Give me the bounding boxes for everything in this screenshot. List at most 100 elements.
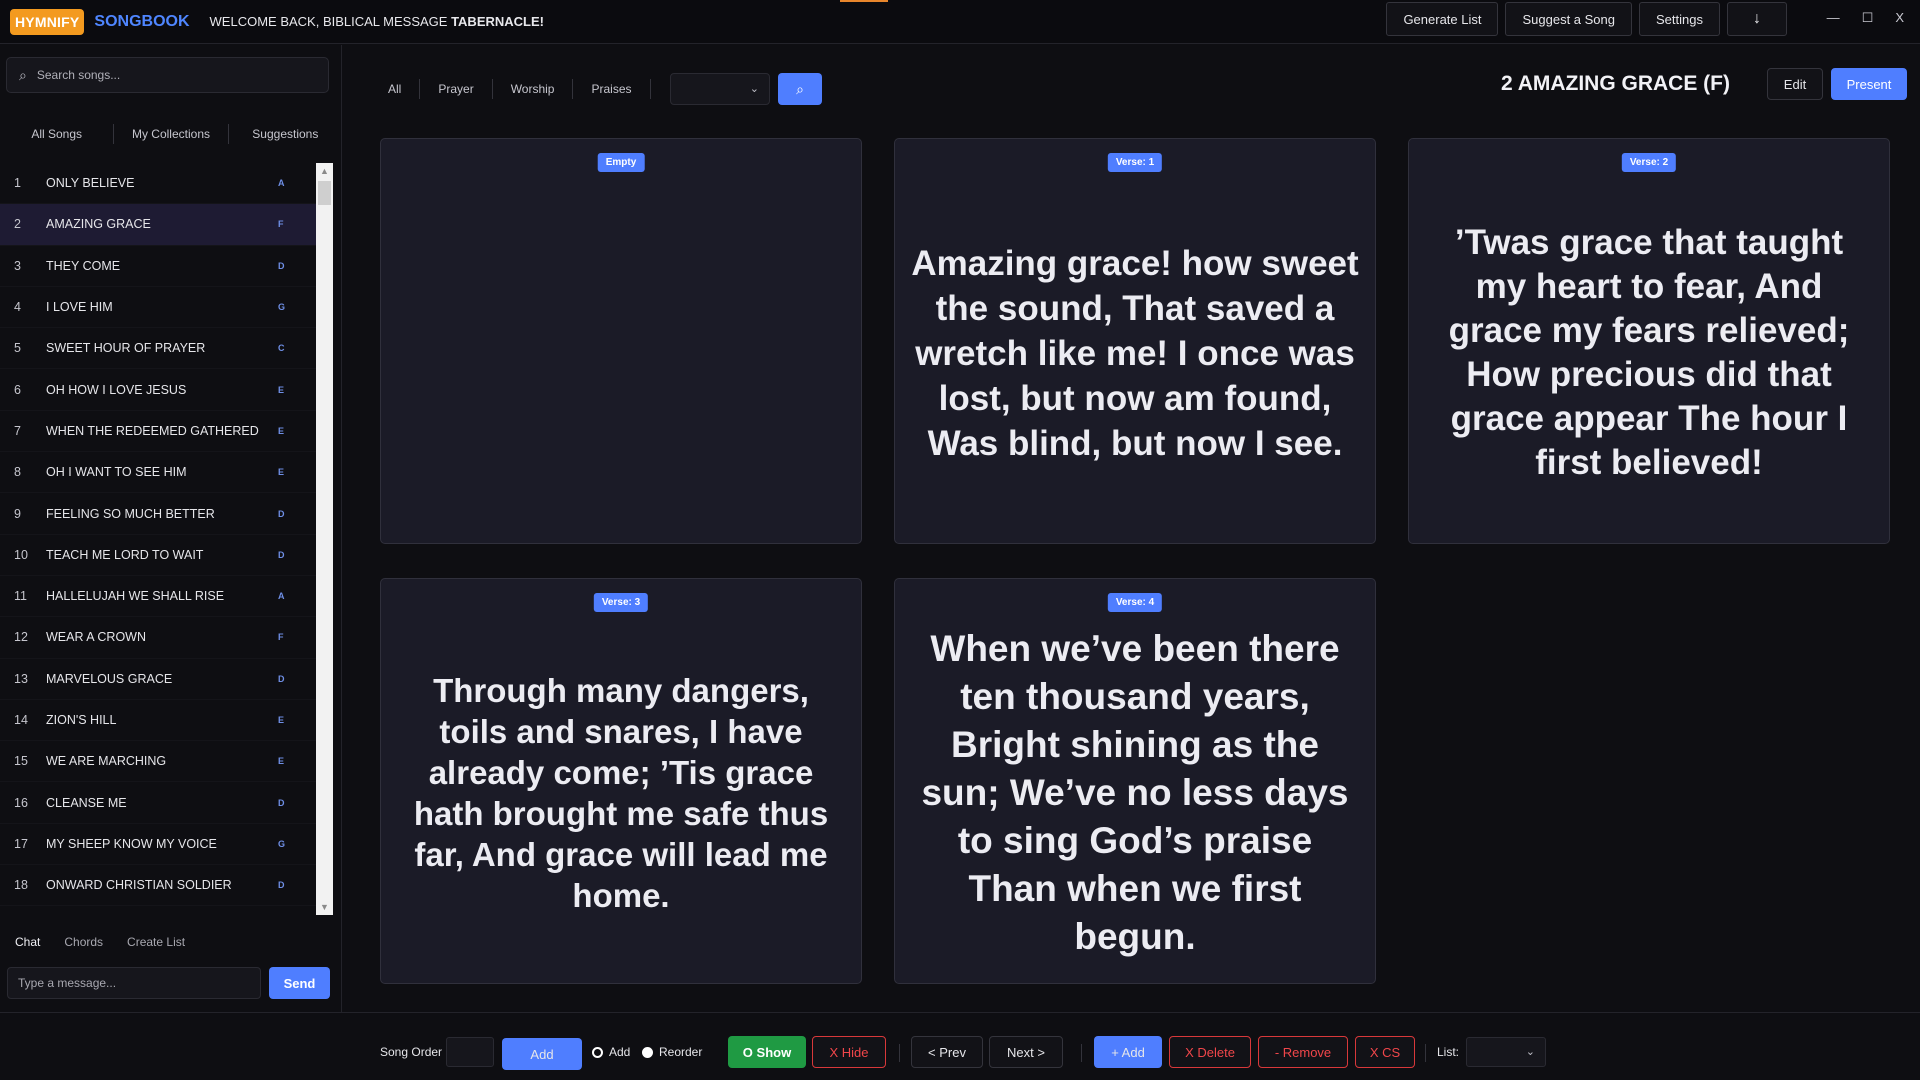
song-title: ZION'S HILL — [46, 713, 117, 727]
song-list-item[interactable]: 8 OH I WANT TO SEE HIM E — [0, 452, 316, 494]
song-list-item[interactable]: 14 ZION'S HILL E — [0, 700, 316, 742]
clear-cs-button[interactable]: X CS — [1355, 1036, 1415, 1068]
next-button[interactable]: Next > — [989, 1036, 1063, 1068]
slide-card-empty[interactable]: Empty — [380, 138, 862, 544]
search-input[interactable] — [36, 68, 297, 82]
song-list-item[interactable]: 16 CLEANSE ME D — [0, 782, 316, 824]
radio-reorder[interactable]: Reorder — [642, 1036, 702, 1068]
song-list-item[interactable]: 18 ONWARD CHRISTIAN SOLDIER D — [0, 865, 316, 907]
song-list-item[interactable]: 9 FEELING SO MUCH BETTER D — [0, 493, 316, 535]
song-title: OH I WANT TO SEE HIM — [46, 465, 187, 480]
song-title: I LOVE HIM — [46, 300, 113, 315]
slide-badge: Verse: 3 — [593, 593, 649, 612]
song-list-item[interactable]: 12 WEAR A CROWN F — [0, 617, 316, 659]
song-list-item[interactable]: 5 SWEET HOUR OF PRAYER C — [0, 328, 316, 370]
song-title: MARVELOUS GRACE — [46, 671, 173, 686]
window-controls: — ☐ X — [1827, 10, 1904, 26]
remove-button[interactable]: - Remove — [1258, 1036, 1348, 1068]
tab-all-songs[interactable]: All Songs — [0, 127, 113, 141]
app-name: SONGBOOK — [94, 12, 190, 30]
slide-card-verse-4[interactable]: Verse: 4 When we’ve been there ten thous… — [894, 578, 1376, 984]
song-list: 1 ONLY BELIEVE A 2 AMAZING GRACE F 3 THEY COME D… — [0, 163, 316, 915]
chat-tabs: Chat Chords Create List — [0, 935, 342, 949]
song-list-item[interactable]: 13 MARVELOUS GRACE D — [0, 659, 316, 700]
song-title: WHEN THE REDEEMED GATHERED — [46, 423, 259, 438]
chat-input[interactable] — [7, 967, 261, 999]
divider — [649, 79, 651, 99]
app-logo: HYMNIFY — [10, 8, 85, 35]
song-list-item[interactable]: 6 OH HOW I LOVE JESUS E — [0, 369, 316, 411]
song-list-item[interactable]: 11 HALLELUJAH WE SHALL RISE A — [0, 576, 316, 618]
scroll-up-icon[interactable]: ▲ — [316, 163, 333, 179]
welcome-prefix: WELCOME BACK, BIBLICAL MESSAGE — [209, 14, 452, 29]
tab-chat[interactable]: Chat — [15, 935, 40, 949]
filter-search-button[interactable]: ⌕ — [778, 73, 822, 105]
song-list-item[interactable]: 15 WE ARE MARCHING E — [0, 741, 316, 783]
edit-button[interactable]: Edit — [1767, 68, 1823, 100]
song-list-item[interactable]: 2 AMAZING GRACE F — [0, 204, 316, 246]
song-key: A — [278, 178, 285, 189]
filter-dropdown[interactable]: ⌄ — [670, 73, 770, 105]
list-dropdown[interactable]: ⌄ — [1466, 1037, 1546, 1067]
song-key: D — [278, 549, 285, 560]
list-label: List: — [1437, 1045, 1460, 1059]
slide-badge: Verse: 1 — [1107, 153, 1163, 172]
generate-list-button[interactable]: Generate List — [1386, 2, 1499, 36]
song-list-item[interactable]: 1 ONLY BELIEVE A — [0, 163, 316, 205]
filter-all[interactable]: All — [370, 82, 419, 96]
song-list-item[interactable]: 7 WHEN THE REDEEMED GATHERED E — [0, 411, 316, 453]
slide-card-verse-3[interactable]: Verse: 3 Through many dangers, toils and… — [380, 578, 862, 984]
song-title: WEAR A CROWN — [46, 630, 147, 645]
download-icon[interactable]: ↓ — [1727, 2, 1787, 36]
tab-my-collections[interactable]: My Collections — [114, 127, 227, 141]
filter-prayer[interactable]: Prayer — [420, 82, 491, 96]
send-button[interactable]: Send — [269, 967, 330, 999]
song-key: G — [278, 838, 286, 849]
filter-praises[interactable]: Praises — [573, 82, 649, 96]
hide-button[interactable]: X Hide — [812, 1036, 886, 1068]
settings-button[interactable]: Settings — [1639, 2, 1720, 36]
sidebar: ⌕ All Songs My Collections Suggestions 1… — [0, 45, 342, 1012]
song-order-input[interactable] — [446, 1037, 494, 1067]
prev-button[interactable]: < Prev — [911, 1036, 983, 1068]
search-icon: ⌕ — [796, 80, 804, 97]
tab-chords[interactable]: Chords — [64, 935, 103, 949]
chat-composer: Send — [7, 967, 330, 999]
song-num: 8 — [14, 465, 21, 480]
slide-card-verse-1[interactable]: Verse: 1 Amazing grace! how sweet the so… — [894, 138, 1376, 544]
song-title: MY SHEEP KNOW MY VOICE — [46, 836, 217, 851]
filter-worship[interactable]: Worship — [493, 82, 573, 96]
song-title: WE ARE MARCHING — [46, 754, 167, 769]
plus-add-button[interactable]: + Add — [1094, 1036, 1162, 1068]
song-list-scrollbar[interactable]: ▲ ▼ — [316, 163, 333, 915]
song-list-item[interactable]: 17 MY SHEEP KNOW MY VOICE G — [0, 824, 316, 866]
song-key: E — [278, 715, 285, 725]
radio-add-label: Add — [609, 1045, 631, 1059]
song-key: E — [278, 756, 285, 767]
song-list-item[interactable]: 10 TEACH ME LORD TO WAIT D — [0, 535, 316, 576]
suggest-song-button[interactable]: Suggest a Song — [1505, 2, 1633, 36]
show-button[interactable]: O Show — [728, 1036, 806, 1068]
radio-add[interactable]: Add — [592, 1036, 630, 1068]
close-icon[interactable]: X — [1895, 10, 1904, 26]
category-filters: All Prayer Worship Praises — [370, 72, 651, 106]
song-num: 17 — [14, 836, 28, 851]
bottom-toolbar: Song Order Add Add Reorder O Show X Hide… — [0, 1012, 1920, 1080]
song-key: E — [278, 425, 285, 436]
divider — [1081, 1044, 1082, 1062]
present-button[interactable]: Present — [1831, 68, 1907, 100]
song-order-add-button[interactable]: Add — [502, 1038, 582, 1070]
maximize-icon[interactable]: ☐ — [1862, 10, 1874, 26]
divider — [899, 1044, 900, 1062]
tab-create-list[interactable]: Create List — [127, 935, 185, 949]
song-list-item[interactable]: 4 I LOVE HIM G — [0, 287, 316, 329]
tab-suggestions[interactable]: Suggestions — [229, 127, 342, 141]
sidebar-tabs: All Songs My Collections Suggestions — [0, 117, 342, 151]
delete-button[interactable]: X Delete — [1169, 1036, 1251, 1068]
minimize-icon[interactable]: — — [1827, 10, 1840, 26]
search-icon: ⌕ — [19, 66, 27, 83]
scrollbar-thumb[interactable] — [318, 181, 331, 205]
scroll-down-icon[interactable]: ▼ — [316, 899, 333, 915]
slide-card-verse-2[interactable]: Verse: 2 ’Twas grace that taught my hear… — [1408, 138, 1890, 544]
song-list-item[interactable]: 3 THEY COME D — [0, 246, 316, 287]
